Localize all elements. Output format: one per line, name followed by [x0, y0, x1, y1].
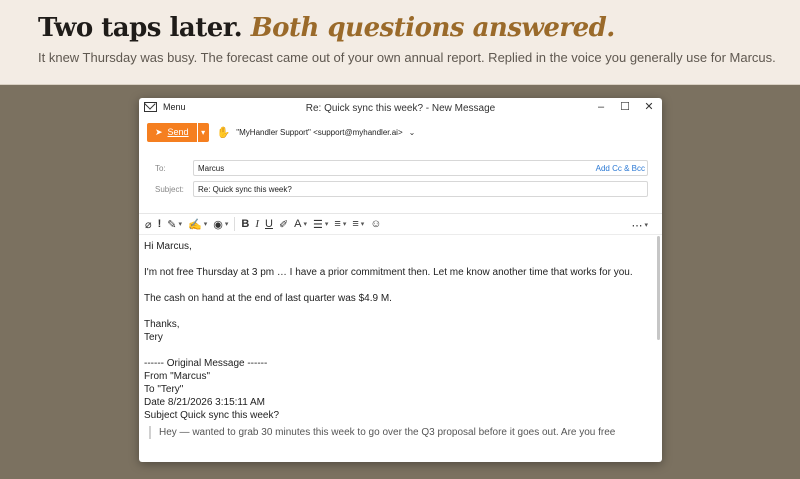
to-label: To:	[155, 163, 166, 173]
original-from: From "Marcus"	[144, 371, 210, 382]
subject-field[interactable]: Re: Quick sync this week?	[193, 181, 648, 197]
align-icon[interactable]: ≡ ▾	[352, 216, 364, 232]
wave-hand-icon: ✋	[216, 126, 231, 139]
window-title: Re: Quick sync this week? - New Message	[305, 103, 496, 114]
maximize-icon[interactable]: ☐	[618, 100, 632, 114]
underline-icon[interactable]: U	[265, 216, 273, 232]
to-value: Marcus	[198, 163, 225, 173]
subject-row: Subject: Re: Quick sync this week?	[155, 181, 648, 197]
bold-icon[interactable]: B	[241, 216, 249, 232]
signature: Tery	[144, 332, 163, 343]
toolbar-divider	[234, 217, 236, 231]
send-options-button[interactable]: ▾	[197, 122, 209, 142]
view-icon[interactable]: ◉ ▾	[213, 216, 228, 232]
signoff: Thanks,	[144, 319, 180, 330]
minimize-icon[interactable]: –	[594, 100, 608, 114]
from-address[interactable]: "MyHandler Support" <support@myhandler.a…	[236, 128, 402, 137]
send-label: Send	[167, 127, 189, 137]
headline-plain: Two taps later.	[38, 13, 243, 43]
subject-label: Subject:	[155, 184, 184, 194]
original-date: Date 8/21/2026 3:15:11 AM	[144, 397, 266, 408]
original-header: ------ Original Message ------	[144, 358, 268, 369]
title-bar: Menu Re: Quick sync this week? - New Mes…	[139, 98, 662, 118]
bullet-list-icon[interactable]: ☰ ▾	[313, 216, 328, 232]
paperclip-icon[interactable]: ⌀	[145, 216, 152, 232]
scrollbar[interactable]	[657, 236, 660, 340]
body-line-1: I'm not free Thursday at 3 pm … I have a…	[144, 267, 633, 278]
highlighter-icon[interactable]: ✎ ▾	[167, 216, 182, 232]
numbered-list-icon[interactable]: ≡ ▾	[334, 216, 346, 232]
send-button[interactable]: ➤ Send	[147, 122, 197, 142]
font-color-icon[interactable]: A ▾	[294, 216, 307, 232]
greeting: Hi Marcus,	[144, 241, 192, 252]
signature-icon[interactable]: ✍ ▾	[188, 216, 207, 232]
send-icon: ➤	[155, 126, 163, 137]
from-chevron-icon[interactable]: ⌄	[409, 128, 416, 137]
subject-value: Re: Quick sync this week?	[198, 184, 292, 194]
emoji-icon[interactable]: ☺	[370, 216, 381, 232]
original-to: To "Tery"	[144, 384, 184, 395]
add-cc-bcc-link[interactable]: Add Cc & Bcc	[596, 164, 645, 173]
headline: Two taps later. Both questions answered.	[38, 13, 615, 43]
headline-accent: Both questions answered.	[250, 13, 616, 43]
to-field[interactable]: Marcus Add Cc & Bcc	[193, 160, 648, 176]
send-row: ➤ Send ▾ ✋ "MyHandler Support" <support@…	[147, 122, 415, 142]
importance-icon[interactable]: !	[158, 216, 162, 232]
format-toolbar: ⌀ ! ✎ ▾ ✍ ▾ ◉ ▾ B I U ✐ A ▾ ☰ ▾ ≡ ▾ ≡ ▾ ☺ ⋯ ▾	[139, 213, 662, 235]
original-subject: Subject Quick sync this week?	[144, 410, 280, 421]
message-body[interactable]: Hi Marcus, I'm not free Thursday at 3 pm…	[144, 240, 649, 462]
quoted-message: Hey — wanted to grab 30 minutes this wee…	[149, 426, 649, 439]
more-options-icon[interactable]: ⋯ ▾	[631, 217, 648, 233]
hero-banner: Two taps later. Both questions answered.…	[0, 0, 800, 85]
subheadline: It knew Thursday was busy. The forecast …	[38, 50, 776, 65]
italic-icon[interactable]: I	[255, 216, 259, 232]
format-painter-icon[interactable]: ✐	[279, 216, 288, 232]
window-controls: – ☐ ✕	[594, 100, 656, 114]
compose-window: Menu Re: Quick sync this week? - New Mes…	[139, 98, 662, 462]
chevron-down-icon: ▾	[201, 127, 206, 137]
body-line-2: The cash on hand at the end of last quar…	[144, 293, 392, 304]
close-icon[interactable]: ✕	[642, 100, 656, 114]
to-row: To: Marcus Add Cc & Bcc	[155, 160, 648, 176]
